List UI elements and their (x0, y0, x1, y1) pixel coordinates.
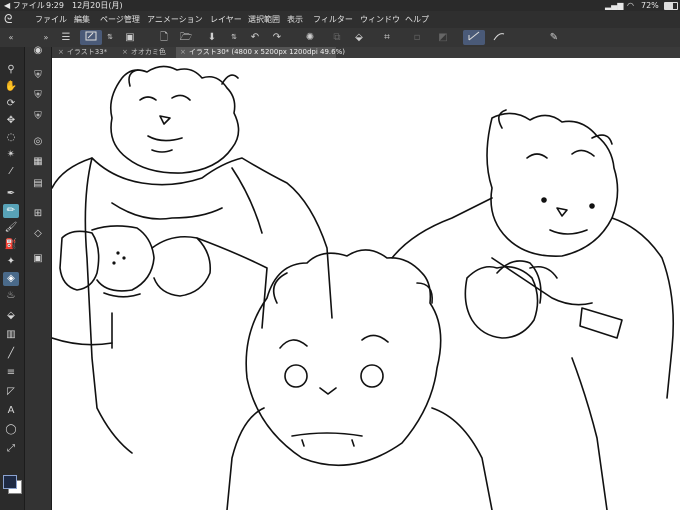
transform-icon[interactable]: ⌗ (380, 30, 394, 45)
new-layer-icon[interactable]: ▣ (122, 30, 138, 45)
new-file-icon[interactable]: 🗋 (156, 30, 172, 45)
status-bar: ◀ ファイル 9:29 12月20日(月) ▂▄▆ ◠ 72% (0, 0, 680, 11)
undo-icon[interactable]: ↶ (248, 30, 262, 45)
ruler-icon[interactable]: ◸ (3, 385, 19, 399)
menu-view[interactable]: 表示 (287, 11, 303, 28)
status-date: 12月20日(月) (72, 1, 123, 10)
close-icon[interactable]: × (58, 48, 64, 56)
menu-bar: ᘓ ファイル 編集 ページ管理 アニメーション レイヤー 選択範囲 表示 フィル… (0, 11, 680, 28)
navigator-icon[interactable]: ◉ (30, 44, 46, 58)
menu-file[interactable]: ファイル (35, 11, 67, 28)
document-tab-bar: × イラスト33* × オオカミ色 × イラスト30* (4800 x 5200px … (52, 47, 680, 58)
decoration-icon[interactable]: ✦ (3, 255, 19, 269)
layer-properties-icon[interactable]: ▣ (30, 252, 46, 266)
tool-icon[interactable]: ◇ (30, 227, 46, 241)
open-file-icon[interactable]: 🗁 (178, 30, 194, 45)
rotate-icon[interactable]: ⟳ (3, 97, 19, 111)
menu-layer[interactable]: レイヤー (210, 11, 242, 28)
status-time: 9:29 (46, 1, 64, 10)
tab-illust33[interactable]: × イラスト33* (54, 47, 120, 58)
history-icon[interactable]: ⛨ (30, 110, 46, 124)
lasso-icon[interactable]: ◌ (3, 131, 19, 145)
property-icon[interactable]: ▤ (30, 177, 46, 191)
fill-selection-icon[interactable]: ◩ (436, 30, 450, 45)
menu-help[interactable]: ヘルプ (405, 11, 429, 28)
color-icon[interactable]: ◎ (30, 135, 46, 149)
clear-icon[interactable]: ▫ (410, 30, 424, 45)
close-icon[interactable]: × (122, 48, 128, 56)
blend-icon[interactable]: ♨ (3, 289, 19, 303)
line-art-illustration (52, 65, 674, 510)
figure-icon[interactable]: ╱ (3, 347, 19, 361)
redo-icon[interactable]: ↷ (270, 30, 284, 45)
eraser-icon[interactable]: ◈ (3, 272, 19, 286)
sub-palette-strip: ◉ ⛨ ⛨ ⛨ ◎ ▦ ▤ ⊞ ◇ ▣ (25, 44, 52, 510)
fill-bucket-icon[interactable]: ⬙ (352, 30, 366, 45)
loading-icon[interactable]: ✺ (303, 30, 317, 45)
menu-window[interactable]: ウィンドウ (360, 11, 400, 28)
snap-ruler-icon[interactable] (463, 30, 485, 45)
tab-illust30[interactable]: × イラスト30* (4800 x 5200px 1200dpi 49.6%) (176, 47, 345, 58)
menu-filter[interactable]: フィルター (313, 11, 353, 28)
tool-palette: ⚲ ✋ ⟳ ✥ ◌ ✴ ⁄ ✒ ✏ 🖌 ⛽ ✦ ◈ ♨ ⬙ ▥ ╱ ≡ ◸ A … (0, 47, 25, 510)
clip-studio-logo-icon[interactable]: ᘓ (4, 12, 20, 27)
layer-icon[interactable]: ⛨ (30, 69, 46, 83)
wifi-icon: ◠ (627, 1, 634, 10)
collapse-left-icon[interactable]: « (6, 30, 16, 45)
save-icon[interactable]: ⬇ (204, 30, 220, 45)
copy-icon[interactable]: ⧉ (330, 30, 344, 45)
menu-page[interactable]: ページ管理 (100, 11, 140, 28)
menu-edit[interactable]: 編集 (74, 11, 90, 28)
pencil-icon[interactable]: ✏ (3, 204, 19, 218)
frame-icon[interactable]: ≡ (3, 366, 19, 380)
fill-icon[interactable]: ⬙ (3, 309, 19, 323)
magic-wand-icon[interactable]: ✴ (3, 148, 19, 162)
battery-text: 72% (641, 1, 659, 10)
close-icon[interactable]: × (180, 48, 186, 56)
snap-special-ruler-icon[interactable] (490, 30, 508, 45)
palette-icon[interactable]: ▦ (30, 155, 46, 169)
expand-icon[interactable]: » (42, 30, 50, 45)
move-icon[interactable]: ✥ (3, 114, 19, 128)
correction-icon[interactable]: ⤢ (3, 442, 19, 456)
material-icon[interactable]: ⛨ (30, 89, 46, 103)
foreground-color-swatch[interactable] (3, 475, 17, 489)
layer-mode-icon[interactable] (80, 30, 102, 45)
gradient-icon[interactable]: ▥ (3, 328, 19, 342)
zoom-icon[interactable]: ⚲ (3, 63, 19, 77)
command-bar: « » ☰ ⇅ ▣ 🗋 🗁 ⬇ ⇅ ↶ ↷ ✺ ⧉ ⬙ ⌗ ▫ ◩ ✎ (0, 28, 680, 48)
hamburger-menu-icon[interactable]: ☰ (58, 30, 74, 45)
chevron-updown-icon[interactable]: ⇅ (104, 30, 116, 45)
battery-icon (664, 2, 678, 10)
eyedropper-icon[interactable]: ⁄ (3, 165, 19, 179)
back-app-indicator[interactable]: ◀ ファイル (4, 0, 45, 11)
brush-icon[interactable]: 🖌 (3, 221, 19, 235)
airbrush-icon[interactable]: ⛽ (3, 238, 19, 252)
balloon-icon[interactable]: ◯ (3, 423, 19, 437)
chevron-updown-2-icon[interactable]: ⇅ (228, 30, 240, 45)
pen-icon[interactable]: ✒ (3, 187, 19, 201)
text-icon[interactable]: A (3, 404, 19, 418)
drawing-canvas[interactable] (52, 58, 680, 510)
sub-tool-icon[interactable]: ⊞ (30, 207, 46, 221)
menu-animation[interactable]: アニメーション (147, 11, 203, 28)
hand-icon[interactable]: ✋ (3, 80, 19, 94)
tab-wolf-color[interactable]: × オオカミ色 (118, 47, 178, 58)
edit-icon[interactable]: ✎ (545, 30, 563, 45)
menu-selection[interactable]: 選択範囲 (248, 11, 280, 28)
signal-icon: ▂▄▆ (605, 1, 624, 10)
